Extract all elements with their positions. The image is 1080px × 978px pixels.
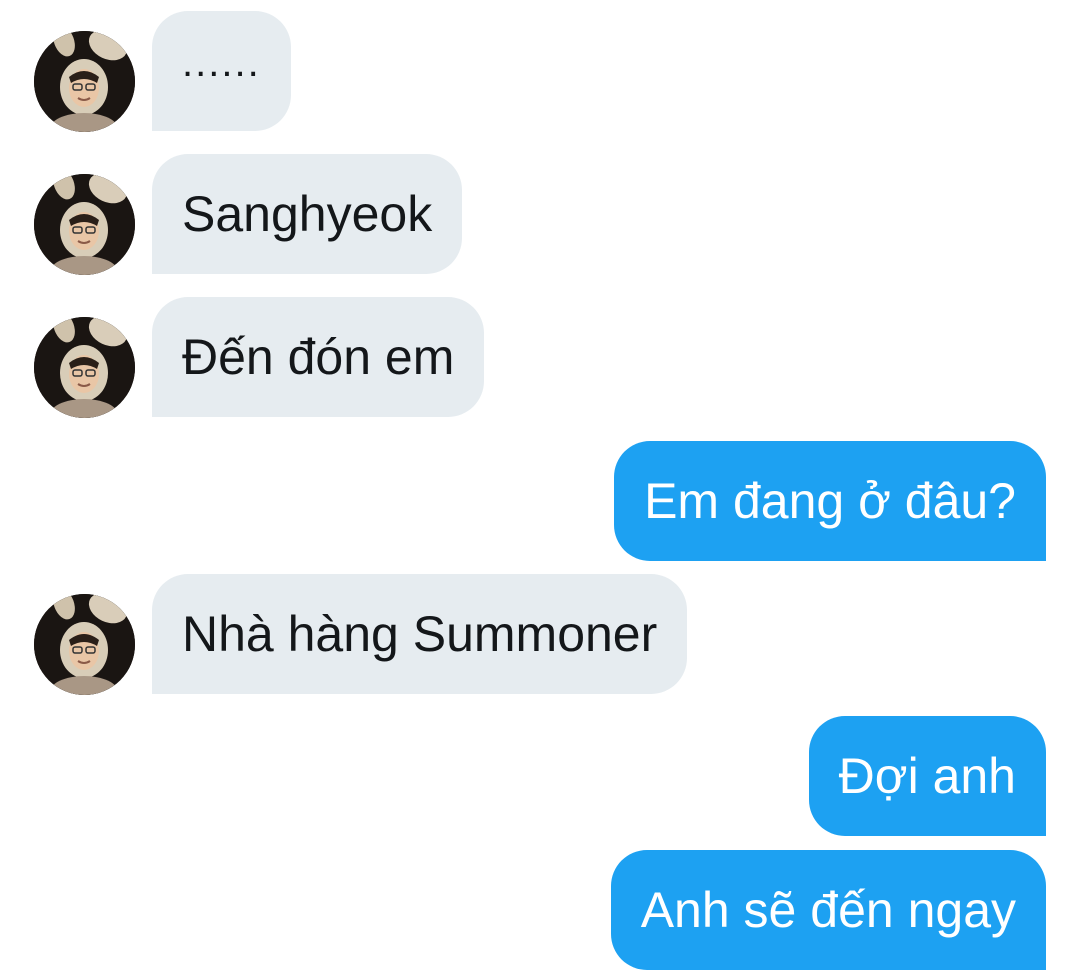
message-bubble-outgoing[interactable]: Đợi anh	[808, 716, 1046, 836]
message-row-incoming: Nhà hàng Summoner	[0, 574, 1080, 695]
message-bubble-incoming[interactable]: ......	[152, 11, 291, 131]
sender-avatar[interactable]	[34, 31, 135, 132]
message-bubble-outgoing[interactable]: Anh sẽ đến ngay	[610, 850, 1046, 970]
message-row-outgoing: Đợi anh	[0, 716, 1080, 836]
sender-avatar[interactable]	[34, 594, 135, 695]
sender-avatar[interactable]	[34, 174, 135, 275]
bunny-ears-avatar-icon	[34, 594, 135, 695]
bunny-ears-avatar-icon	[34, 174, 135, 275]
message-bubble-outgoing[interactable]: Em đang ở đâu?	[614, 441, 1046, 561]
message-row-outgoing: Em đang ở đâu?	[0, 441, 1080, 561]
message-row-outgoing: Anh sẽ đến ngay	[0, 850, 1080, 970]
bunny-ears-avatar-icon	[34, 317, 135, 418]
message-row-incoming: ......	[0, 11, 1080, 132]
message-bubble-incoming[interactable]: Nhà hàng Summoner	[152, 574, 688, 694]
message-bubble-incoming[interactable]: Đến đón em	[152, 297, 485, 417]
message-row-incoming: Sanghyeok	[0, 154, 1080, 275]
bunny-ears-avatar-icon	[34, 31, 135, 132]
message-bubble-incoming[interactable]: Sanghyeok	[152, 154, 463, 274]
sender-avatar[interactable]	[34, 317, 135, 418]
message-row-incoming: Đến đón em	[0, 297, 1080, 418]
